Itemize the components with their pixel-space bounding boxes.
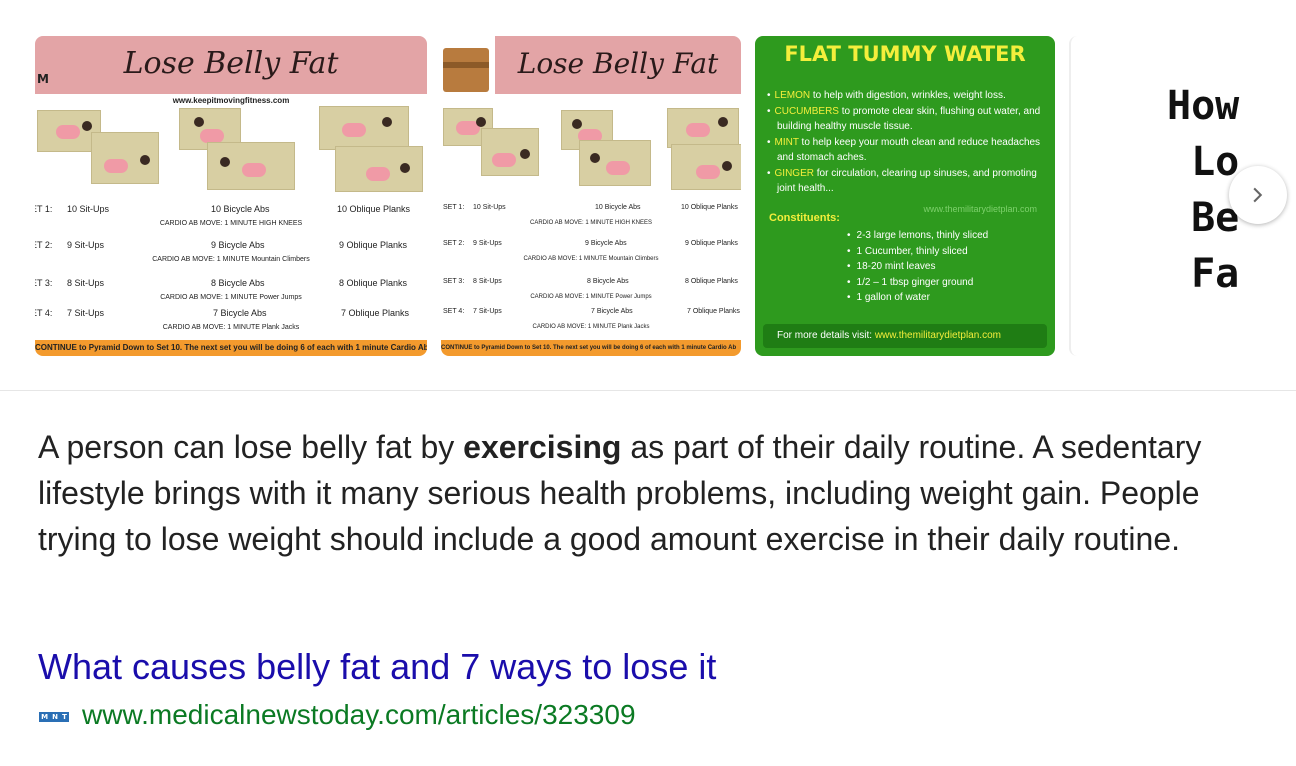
set-label: SET 4: (35, 308, 53, 318)
poster-footer: CONTINUE to Pyramid Down to Set 10. The … (441, 340, 741, 356)
benefit-list: LEMON to help with digestion, wrinkles, … (767, 88, 1043, 197)
chevron-right-icon (1253, 187, 1263, 203)
carousel-next-button[interactable] (1229, 166, 1287, 224)
set-cardio: CARDIO AB MOVE: 1 MINUTE HIGH KNEES (159, 220, 303, 227)
poster-photos (441, 106, 741, 206)
constituents-list: 2-3 large lemons, thinly sliced 1 Cucumb… (847, 228, 989, 306)
set-cardio: CARDIO AB MOVE: 1 MINUTE Mountain Climbe… (152, 256, 310, 263)
image-carousel: Lose Belly Fat M www.keepitmovingfitness… (0, 0, 1296, 391)
set-label: SET 1: (35, 204, 53, 214)
carousel-image-lose-belly-fat[interactable]: Lose Belly Fat M www.keepitmovingfitness… (35, 36, 427, 356)
set-bicycle: 10 Bicycle Abs (211, 204, 270, 214)
snippet-keyword: exercising (463, 429, 622, 465)
set-oblique: 7 Oblique Planks (341, 308, 410, 318)
benefit-item: LEMON to help with digestion, wrinkles, … (775, 88, 1043, 104)
set-bicycle: 8 Bicycle Abs (211, 278, 265, 288)
set-situps: 10 Sit-Ups (67, 204, 110, 214)
constituent-item: 1 Cucumber, thinly sliced (847, 244, 988, 260)
set-oblique: 9 Oblique Planks (339, 240, 408, 250)
set-label: SET 3: (35, 278, 53, 288)
carousel-image-flat-tummy-water[interactable]: FLAT TUMMY WATER LEMON to help with dige… (755, 36, 1055, 356)
constituents-label: Constituents: (769, 212, 840, 224)
poster-footer: CONTINUE to Pyramid Down to Set 10. The … (35, 340, 427, 356)
constituent-item: 1/2 – 1 tbsp ginger ground (847, 275, 988, 291)
set-oblique: 8 Oblique Planks (339, 278, 408, 288)
poster-header: Lose Belly Fat (495, 36, 741, 94)
set-situps: 8 Sit-Ups (67, 278, 105, 288)
set-situps: 9 Sit-Ups (67, 240, 105, 250)
result-url[interactable]: www.medicalnewstoday.com/articles/323309 (82, 699, 636, 731)
set-situps: 7 Sit-Ups (67, 308, 105, 318)
constituent-item: 1 gallon of water (847, 290, 988, 306)
poster-header: Lose Belly Fat (35, 36, 427, 94)
set-oblique: 10 Oblique Planks (337, 204, 411, 214)
set-bicycle: 9 Bicycle Abs (211, 240, 265, 250)
result-title-link[interactable]: What causes belly fat and 7 ways to lose… (38, 646, 716, 688)
constituent-item: 18-20 mint leaves (847, 259, 988, 275)
poster-title: Lose Belly Fat (517, 47, 719, 80)
watermark-site: www.themilitarydietplan.com (923, 204, 1037, 214)
featured-snippet-text: A person can lose belly fat by exercisin… (38, 429, 1202, 557)
carousel-image-lose-belly-fat-2[interactable]: Lose Belly Fat SET 1: 10 Sit-Ups 10 Bicycl… (441, 36, 741, 356)
poster-photos (35, 106, 427, 206)
poster-url: www.keepitmovingfitness.com (172, 96, 290, 105)
box-icon (443, 48, 489, 92)
benefit-item: GINGER for circulation, clearing up sinu… (775, 166, 1043, 197)
set-cardio: CARDIO AB MOVE: 1 MINUTE Plank Jacks (162, 324, 300, 331)
set-bicycle: 7 Bicycle Abs (213, 308, 267, 318)
flat-tummy-title: FLAT TUMMY WATER (784, 42, 1026, 66)
constituent-item: 2-3 large lemons, thinly sliced (847, 228, 989, 244)
benefit-item: MINT to help keep your mouth clean and r… (775, 135, 1043, 166)
benefit-item: CUCUMBERS to promote clear skin, flushin… (775, 104, 1043, 135)
poster-title: Lose Belly Fat (123, 46, 339, 81)
poster-logo: M (37, 72, 49, 86)
mnt-favicon-icon: MNT (39, 712, 69, 722)
set-cardio: CARDIO AB MOVE: 1 MINUTE Power Jumps (160, 294, 302, 301)
set-label: SET 2: (35, 240, 53, 250)
flat-tummy-footer: For more details visit: www.themilitaryd… (763, 324, 1047, 348)
